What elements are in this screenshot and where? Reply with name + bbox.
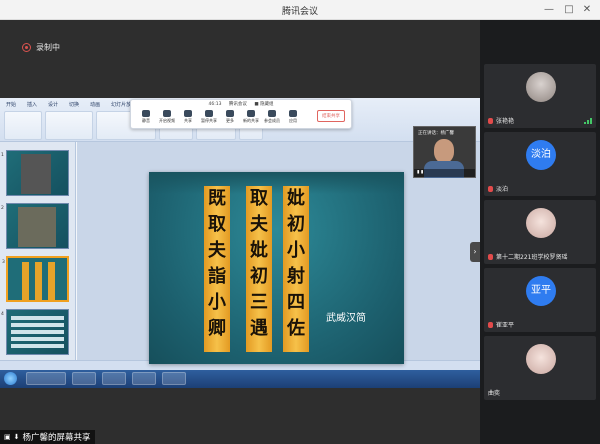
slide-thumbnails-pane: 1 2 3 4 — [0, 142, 76, 360]
thumbnail-bamboo — [35, 262, 42, 300]
mute-button[interactable]: 静音 — [137, 109, 155, 129]
share-button[interactable]: 共享 — [179, 109, 197, 129]
collapse-panel-icon[interactable]: › — [470, 242, 480, 262]
taskbar-item[interactable] — [72, 372, 96, 385]
ribbon-tab[interactable]: 切换 — [69, 101, 79, 108]
participant-avatar — [526, 208, 556, 238]
signal-icon — [584, 118, 592, 124]
ribbon-group[interactable] — [4, 111, 42, 140]
taskbar-item[interactable] — [102, 372, 126, 385]
mic-muted-icon — [488, 253, 493, 260]
participant-avatar — [526, 72, 556, 102]
participant-avatar — [526, 344, 556, 374]
taskbar-item[interactable] — [162, 372, 186, 385]
participant-name: 曲奕 — [488, 390, 501, 397]
slide-thumbnail[interactable]: 2 — [1, 203, 69, 249]
slide-caption: 武威汉简 — [326, 313, 366, 324]
windows-taskbar — [0, 370, 480, 388]
share-label-text: 杨广馨的屏幕共享 — [22, 433, 91, 443]
participant-tile[interactable]: 曲奕 — [484, 336, 596, 400]
thumbnail-bamboo — [22, 262, 29, 300]
window-titlebar: 腾讯会议 — □ ✕ — [0, 0, 600, 20]
participant-avatar: 淡泊 — [526, 140, 556, 170]
meeting-app-name: 腾讯会议 — [228, 102, 247, 107]
screen-share-label: ▣ ⬇ 杨广馨的屏幕共享 — [0, 430, 95, 444]
presenter-name: 正在讲话：杨广馨 — [418, 131, 454, 136]
presentation-slide: 既 取 夫 詣 小 卿 取 夫 妣 初 三 遇 妣 初 小 射 四 佐 武威汉简 — [149, 172, 404, 364]
slide-thumbnail-selected[interactable]: 3 — [2, 256, 69, 302]
participant-name: 张艳艳 — [496, 118, 515, 125]
participant-tile[interactable]: 淡泊 淡泊 — [484, 132, 596, 196]
new-share-button[interactable]: 新的共享 — [242, 109, 260, 129]
participants-icon — [268, 110, 276, 117]
window-title: 腾讯会议 — [281, 7, 318, 17]
participant-name: 淡泊 — [496, 186, 509, 193]
meeting-info: 46:13 腾讯会议 ■ 隐藏组 — [131, 101, 351, 107]
apps-icon — [289, 110, 297, 117]
meeting-toolbar: 46:13 腾讯会议 ■ 隐藏组 静音 开启视频 共享 暂停共享 更多 新的共享… — [130, 99, 352, 129]
participants-button[interactable]: 参会成员 — [263, 109, 281, 129]
presenter-video-bar: ▮ ▮ — [414, 169, 475, 177]
ribbon-tab[interactable]: 开始 — [6, 101, 16, 108]
ribbon-tab[interactable]: 动画 — [90, 101, 100, 108]
camera-icon — [163, 110, 171, 117]
pause-icon — [205, 110, 213, 117]
presenter-video-tile[interactable]: 正在讲话：杨广馨 ▮ ▮ — [413, 126, 476, 178]
ribbon-group[interactable] — [45, 111, 93, 140]
participants-panel: 张艳艳 淡泊 淡泊 第十二期221班学校罗贤瑶 亚平 崔亚平 曲奕 — [480, 20, 600, 444]
more-button[interactable]: 更多 — [221, 109, 239, 129]
thumbnail-bamboo — [48, 262, 55, 300]
maximize-icon[interactable]: □ — [562, 3, 576, 17]
slide-thumbnail[interactable]: 1 — [1, 150, 69, 196]
bamboo-slip-2: 取 夫 妣 初 三 遇 — [246, 186, 272, 352]
participant-tile[interactable]: 第十二期221班学校罗贤瑶 — [484, 200, 596, 264]
ribbon-tab[interactable]: 插入 — [27, 101, 37, 108]
apps-button[interactable]: 应用 — [284, 109, 302, 129]
participant-tile[interactable]: 亚平 崔亚平 — [484, 268, 596, 332]
participant-avatar: 亚平 — [526, 276, 556, 306]
bamboo-slip-1: 既 取 夫 詣 小 卿 — [204, 186, 230, 352]
mic-muted-icon — [488, 185, 493, 192]
recording-label: 录制中 — [36, 43, 60, 52]
slide-header-band — [149, 172, 404, 194]
new-share-icon — [247, 110, 255, 117]
taskbar-item[interactable] — [26, 372, 66, 385]
hide-toolbar-toggle[interactable]: ■ 隐藏组 — [254, 102, 273, 107]
slide-thumbnail[interactable]: 4 — [1, 309, 69, 355]
taskbar-item[interactable] — [132, 372, 156, 385]
record-icon — [22, 43, 31, 52]
participant-tile[interactable]: 张艳艳 — [484, 64, 596, 128]
screen-icon: ▣ — [4, 433, 11, 441]
main-stage: 录制中 开始 插入 设计 切换 动画 幻灯片放映 审阅 视图 — [0, 20, 480, 444]
mic-muted-icon — [488, 117, 493, 124]
thumbnail-image — [18, 207, 56, 247]
recording-indicator[interactable]: 录制中 — [22, 42, 60, 53]
meeting-timer: 46:13 — [208, 102, 222, 107]
presenter-face — [434, 139, 454, 163]
thumbnail-image — [21, 154, 51, 194]
participant-name: 第十二期221班学校罗贤瑶 — [496, 254, 568, 261]
bamboo-slip-3: 妣 初 小 射 四 佐 — [283, 186, 309, 352]
microphone-icon — [142, 110, 150, 117]
thumbnail-text-lines — [11, 316, 64, 320]
video-button[interactable]: 开启视频 — [158, 109, 176, 129]
share-icon — [184, 110, 192, 117]
participant-name: 崔亚平 — [496, 322, 515, 329]
more-icon — [226, 110, 234, 117]
start-button-icon[interactable] — [4, 372, 17, 385]
close-icon[interactable]: ✕ — [580, 3, 594, 17]
end-share-button[interactable]: 结束共享 — [317, 110, 345, 122]
pause-share-button[interactable]: 暂停共享 — [200, 109, 218, 129]
minimize-icon[interactable]: — — [542, 3, 556, 17]
mic-status-icon: ⬇ — [13, 433, 20, 441]
mic-muted-icon — [488, 321, 493, 328]
ribbon-tab[interactable]: 设计 — [48, 101, 58, 108]
